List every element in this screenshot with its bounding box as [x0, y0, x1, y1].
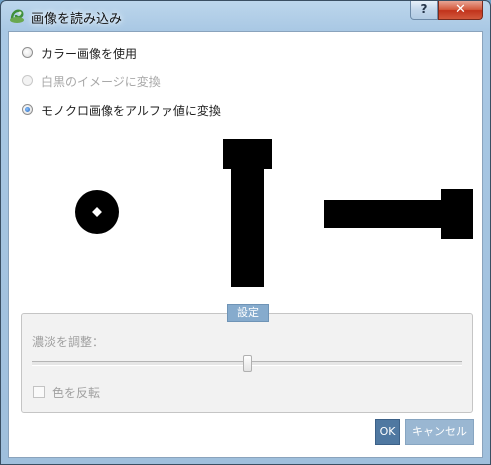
cancel-button[interactable]: キャンセル	[405, 419, 474, 445]
pin-body-shape	[231, 165, 264, 287]
import-image-dialog: 画像を読み込み ? ✕ カラー画像を使用 白黒のイメージに変換 モノクロ画像をア…	[0, 0, 491, 465]
image-preview	[9, 127, 482, 292]
window-title: 画像を読み込み	[31, 12, 123, 27]
radio-mono-to-alpha-label[interactable]: モノクロ画像をアルファ値に変換	[41, 102, 221, 119]
radio-button-icon[interactable]	[22, 47, 33, 58]
horizontal-bar-shape	[324, 200, 447, 228]
ok-button[interactable]: OK	[375, 419, 400, 445]
invert-color-checkbox[interactable]	[33, 386, 45, 398]
radio-convert-white-black-label: 白黒のイメージに変換	[41, 75, 161, 89]
help-button[interactable]: ?	[410, 1, 438, 20]
bar-end-shape	[441, 189, 473, 239]
app-icon	[10, 9, 24, 23]
title-bar[interactable]: 画像を読み込み ? ✕	[1, 1, 490, 31]
invert-color-label[interactable]: 色を反転	[52, 384, 100, 401]
adjust-shading-label: 濃淡を調整：	[32, 335, 105, 349]
dialog-content: カラー画像を使用 白黒のイメージに変換 モノクロ画像をアルファ値に変換 濃淡を調…	[8, 31, 483, 458]
settings-tab: 設定	[227, 304, 269, 322]
radio-use-color-label[interactable]: カラー画像を使用	[41, 45, 137, 62]
shading-slider-thumb[interactable]	[243, 355, 252, 372]
settings-group: 濃淡を調整： 色を反転	[21, 313, 473, 413]
ring-shape	[75, 190, 119, 234]
radio-button-selected-icon[interactable]	[22, 104, 33, 115]
close-button[interactable]: ✕	[438, 1, 483, 20]
radio-button-icon	[22, 75, 33, 86]
